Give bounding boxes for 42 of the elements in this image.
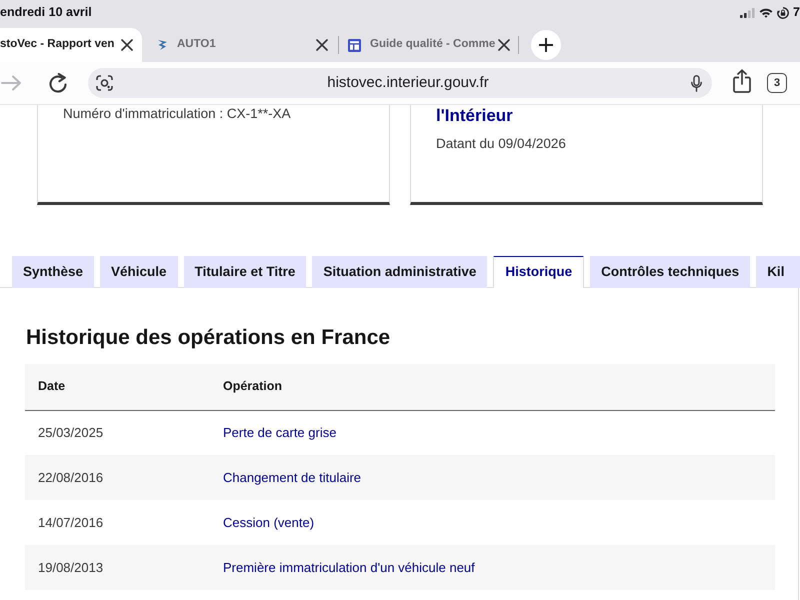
card-text: Datant du 09/04/2026 xyxy=(436,135,567,153)
column-header: Date xyxy=(25,364,210,410)
signal-icon xyxy=(740,8,756,18)
logo-icon xyxy=(157,39,168,51)
reload-icon[interactable] xyxy=(48,72,68,94)
section-tab[interactable]: Synthèse xyxy=(12,256,94,288)
section-tab[interactable]: Kil xyxy=(756,256,800,288)
tab-count-button[interactable]: 3 xyxy=(767,73,787,93)
status-date: endredi 10 avril xyxy=(0,5,92,20)
layout-icon xyxy=(348,38,361,52)
browser-tab[interactable]: Guide qualité - Comme xyxy=(342,28,518,62)
close-icon[interactable] xyxy=(121,39,133,51)
operation-link[interactable]: Changement de titulaire xyxy=(223,470,362,485)
section-tab[interactable]: Véhicule xyxy=(100,256,178,288)
section-tab[interactable]: Contrôles techniques xyxy=(590,256,750,288)
plus-icon xyxy=(539,38,553,52)
card-text: Numéro d'immatriculation : CX-1**-XA xyxy=(63,105,292,123)
section-tab[interactable]: Situation administrative xyxy=(312,256,488,288)
share-icon[interactable] xyxy=(733,69,751,93)
browser-tab[interactable]: stoVec - Rapport ven xyxy=(0,28,142,62)
section-tab[interactable]: Titulaire et Titre xyxy=(184,256,306,288)
section-heading: Historique des opérations en France xyxy=(26,325,392,351)
new-tab-button[interactable] xyxy=(531,30,561,60)
wifi-icon xyxy=(759,8,774,18)
operation-link[interactable]: Cession (vente) xyxy=(223,514,314,530)
close-icon[interactable] xyxy=(498,39,510,51)
section-tab[interactable]: Historique xyxy=(493,256,584,288)
address-bar[interactable]: histovec.interieur.gouv.fr xyxy=(88,68,712,98)
close-icon[interactable] xyxy=(316,39,328,51)
lens-icon[interactable] xyxy=(96,75,113,91)
battery-percent: 7 xyxy=(793,5,800,20)
operation-link[interactable]: Première immatriculation d'un véhicule neuf xyxy=(223,560,475,575)
date-cell: 22/08/2016 xyxy=(25,455,210,500)
browser-tab[interactable]: AUTO1 xyxy=(146,28,338,62)
column-header: Opération xyxy=(210,364,775,410)
card-title: l'Intérieur xyxy=(436,106,514,126)
rotation-lock-icon xyxy=(777,6,790,18)
date-cell: 19/08/2013 xyxy=(25,545,210,590)
date-cell: 25/03/2025 xyxy=(25,410,210,455)
operation-link[interactable]: Perte de carte grise xyxy=(223,425,336,440)
date-cell: 14/07/2016 xyxy=(25,500,210,545)
microphone-icon[interactable] xyxy=(691,74,702,92)
